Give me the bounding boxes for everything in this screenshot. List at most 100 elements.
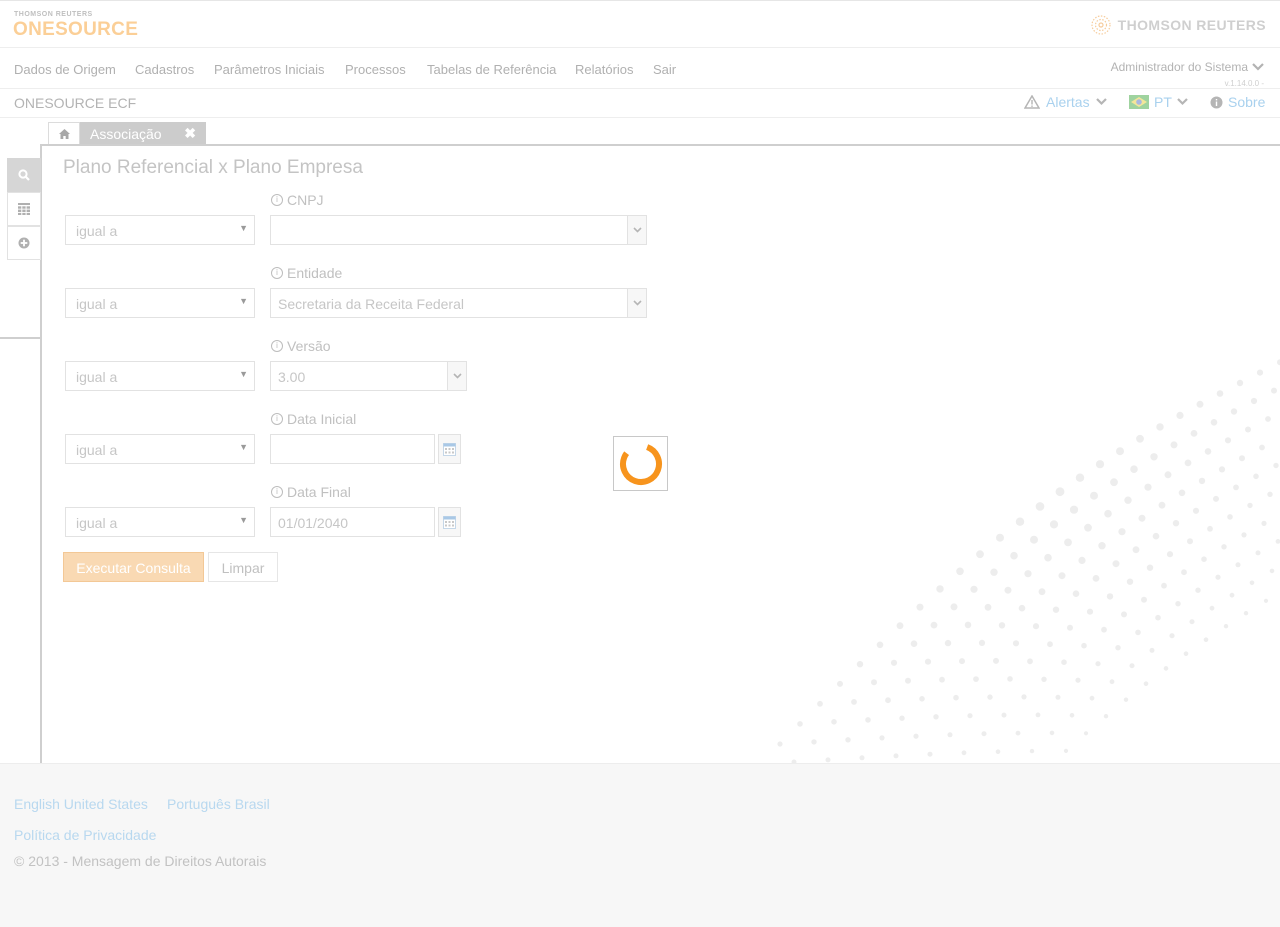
background-dot [1158,501,1166,509]
background-dot [1223,624,1229,629]
chevron-down-icon [1252,63,1264,71]
alerts-menu[interactable]: Alertas [1024,94,1107,110]
background-dot [856,661,864,668]
tab-associacao[interactable]: Associação ✖ [80,122,206,145]
background-dot [1166,551,1174,558]
privacy-policy-link[interactable]: Política de Privacidade [14,827,156,843]
entidade-operator-select[interactable]: igual a ▼ [65,288,255,318]
background-dot [961,750,967,756]
nav-item-relatorios[interactable]: Relatórios [575,62,634,77]
footer-lang-pt-link[interactable]: Português Brasil [167,796,270,812]
data-final-input[interactable]: 01/01/2040 [270,507,435,537]
data-inicial-operator-select[interactable]: igual a ▼ [65,434,255,464]
background-dot [998,622,1006,629]
background-dot [1161,582,1167,589]
background-dot [1267,491,1273,497]
background-dot [970,585,978,593]
close-icon[interactable]: ✖ [184,125,196,142]
side-search-button[interactable] [7,158,41,192]
copyright-text: © 2013 - Mensagem de Direitos Autorais [14,853,267,869]
background-dot [933,714,939,720]
background-dot [1192,507,1200,514]
versao-combobox[interactable]: 3.00 [270,361,467,391]
language-menu[interactable]: PT [1129,94,1188,110]
search-icon [18,169,30,181]
background-dot [1024,570,1032,578]
data-inicial-operator-value: igual a [76,442,118,458]
onesource-logo[interactable]: ONESOURCE [13,19,138,41]
background-dot [1150,453,1158,461]
dropdown-toggle[interactable] [627,216,646,244]
background-dot [1176,411,1184,419]
background-dot [1156,423,1164,431]
page-title: Plano Referencial x Plano Empresa [63,157,363,178]
background-dot [1064,538,1072,547]
background-dot [930,621,938,629]
background-dot [1229,592,1235,598]
dropdown-toggle[interactable] [627,289,646,317]
background-dot [1263,598,1269,603]
background-dot [905,677,911,684]
side-add-button[interactable] [7,226,41,260]
grid-icon [18,203,30,215]
dropdown-toggle[interactable] [447,362,466,390]
background-dot [1063,748,1069,753]
spinner-icon [619,442,662,485]
version-label: v.1.14.0.0 - [1224,79,1264,88]
brand-right-text: THOMSON REUTERS [1117,17,1266,33]
about-link[interactable]: Sobre [1210,94,1265,110]
data-final-calendar-button[interactable] [438,507,461,537]
background-dot [1275,539,1280,544]
run-query-button[interactable]: Executar Consulta [63,552,204,582]
background-dot [993,657,999,664]
background-dot [1144,483,1152,491]
background-dot [896,622,904,630]
cnpj-operator-value: igual a [76,223,118,239]
background-dot [959,658,965,665]
data-final-operator-select[interactable]: igual a ▼ [65,507,255,537]
versao-operator-select[interactable]: igual a ▼ [65,361,255,391]
background-dot [1047,641,1053,648]
nav-item-parametros-iniciais[interactable]: Parâmetros Iniciais [214,62,325,77]
background-dot [1216,390,1224,397]
cnpj-operator-select[interactable]: igual a ▼ [65,215,255,245]
background-dot [1155,614,1161,621]
background-dot [1241,532,1247,538]
nav-item-dados-de-origem[interactable]: Dados de Origem [14,62,116,77]
user-menu[interactable]: Administrador do Sistema [1111,60,1264,74]
chevron-down-icon [632,300,642,306]
background-dot [913,733,919,739]
caret-down-icon: ▼ [239,223,248,233]
background-dot [944,639,952,647]
background-dot [1124,496,1132,504]
entidade-combobox[interactable]: Secretaria da Receita Federal [270,288,647,318]
app-name: ONESOURCE ECF [14,95,137,111]
data-inicial-input[interactable] [270,434,435,464]
side-grid-button[interactable] [7,192,41,226]
background-dot [1203,637,1209,642]
entidade-value: Secretaria da Receita Federal [278,296,464,312]
background-dot [1029,748,1035,754]
nav-item-tabelas-de-referencia[interactable]: Tabelas de Referência [427,62,556,77]
background-dot [1007,676,1013,682]
background-dot [1130,465,1138,473]
alerts-label: Alertas [1046,94,1090,110]
background-dot [1175,601,1181,607]
info-icon: i [271,340,283,352]
entidade-label: i Entidade [271,265,342,281]
nav-item-cadastros[interactable]: Cadastros [135,62,194,77]
nav-item-processos[interactable]: Processos [345,62,406,77]
nav-item-sair[interactable]: Sair [653,62,676,77]
background-dot [1049,520,1059,529]
entidade-label-text: Entidade [287,265,343,281]
info-icon: i [271,486,283,498]
tab-home[interactable] [48,122,80,145]
footer-lang-en-link[interactable]: English United States [14,796,148,812]
data-inicial-calendar-button[interactable] [438,434,461,464]
background-dot [1075,473,1085,482]
background-dot [924,658,932,665]
clear-button[interactable]: Limpar [208,552,278,582]
background-dot [1236,379,1244,387]
cnpj-combobox[interactable] [270,215,647,245]
background-dot [1041,676,1047,682]
